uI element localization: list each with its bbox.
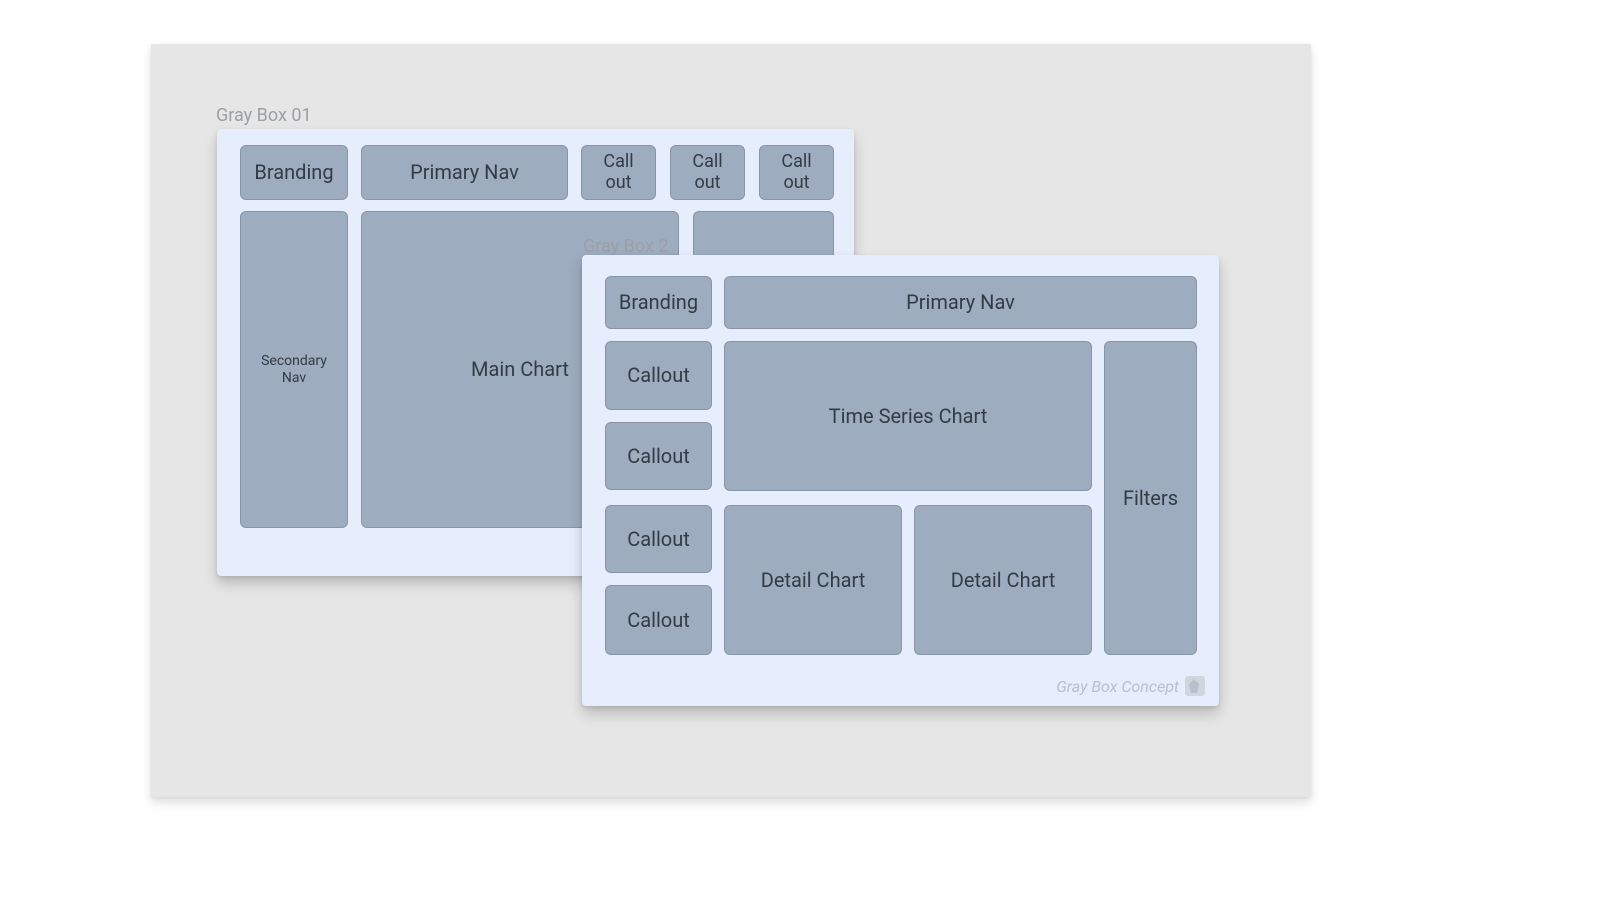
wf2-callout-4: Callout xyxy=(605,585,712,655)
wf1-secondary-nav-box: Secondary Nav xyxy=(240,211,348,528)
footer-note: Gray Box Concept xyxy=(1056,676,1205,696)
wf1-callout-b: Call out xyxy=(670,145,745,200)
wireframe-2-panel: Branding Primary Nav Callout Callout Cal… xyxy=(582,255,1219,706)
wf2-callout-1: Callout xyxy=(605,341,712,410)
wf1-primary-nav-box: Primary Nav xyxy=(361,145,568,200)
wireframe-2-title: Gray Box 2 xyxy=(583,236,668,257)
wf2-detail-chart-a: Detail Chart xyxy=(724,505,902,655)
wf1-branding-box: Branding xyxy=(240,145,348,200)
wf2-primary-nav-box: Primary Nav xyxy=(724,276,1197,329)
wf2-callout-2: Callout xyxy=(605,422,712,490)
wf2-callout-3: Callout xyxy=(605,505,712,573)
wf1-callout-c: Call out xyxy=(759,145,834,200)
wf1-callout-a: Call out xyxy=(581,145,656,200)
wf2-detail-chart-b: Detail Chart xyxy=(914,505,1092,655)
wf2-filters-box: Filters xyxy=(1104,341,1197,655)
footer-note-text: Gray Box Concept xyxy=(1056,677,1179,696)
wf2-branding-box: Branding xyxy=(605,276,712,329)
penguin-icon xyxy=(1185,676,1205,696)
wireframe-1-title: Gray Box 01 xyxy=(216,105,312,126)
wf2-time-series-box: Time Series Chart xyxy=(724,341,1092,491)
